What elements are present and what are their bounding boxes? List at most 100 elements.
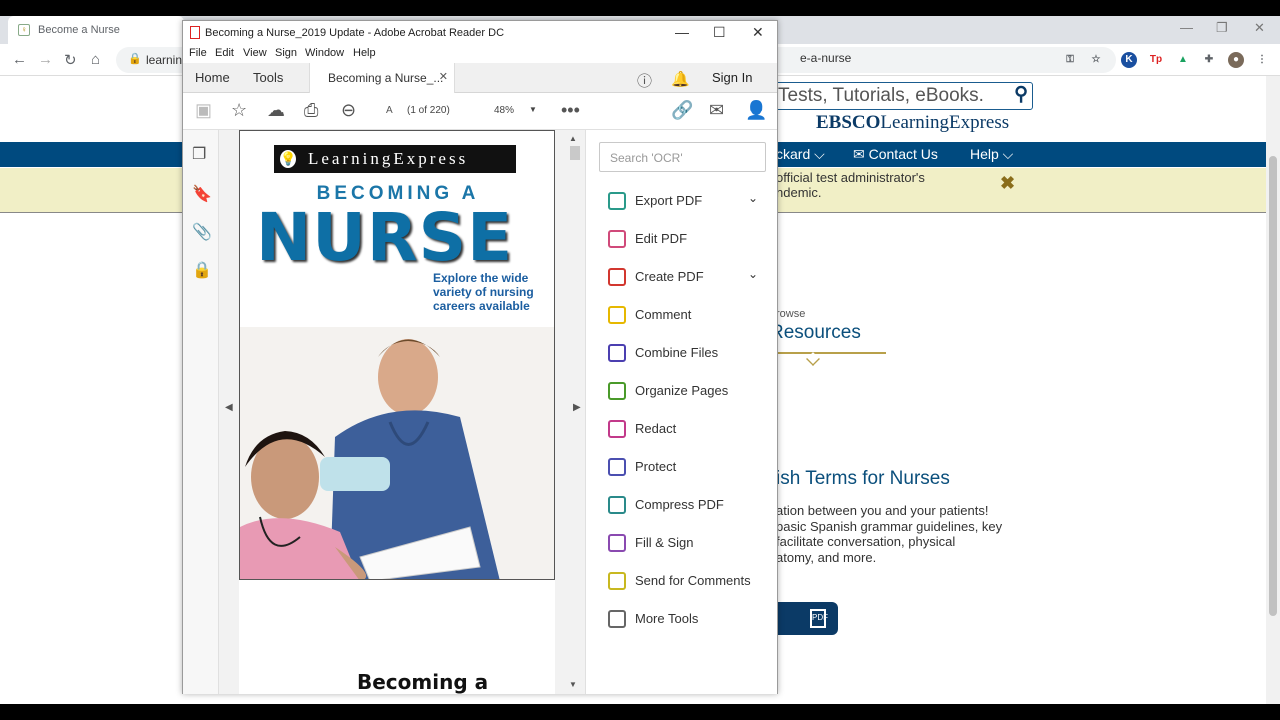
forward-icon[interactable]: → [38, 51, 53, 68]
menu-window[interactable]: Window [305, 47, 344, 59]
back-icon[interactable]: ← [12, 51, 27, 68]
send-for-comments-icon [608, 572, 626, 590]
comment-icon [608, 306, 626, 324]
zoom-dropdown-icon[interactable]: ▼ [529, 105, 537, 114]
page-scrollbar[interactable] [1266, 76, 1280, 704]
nav-item-flashcard[interactable]: ckard ⌵ [776, 146, 825, 163]
combine-files-icon [608, 344, 626, 362]
learningexpress-logo: 💡 LearningExpress [274, 145, 516, 173]
tool-label: Create PDF [635, 269, 704, 284]
expand-chevron-icon[interactable]: ⌄ [748, 267, 758, 281]
tools-search-input[interactable]: Search 'OCR' [599, 142, 766, 172]
upload-cloud-icon[interactable]: ☁ [267, 100, 285, 121]
tool-more-tools[interactable]: More Tools [586, 604, 778, 634]
print-icon[interactable]: ⎙ [304, 100, 318, 121]
close-alert-icon[interactable]: ✖ [1000, 173, 1015, 194]
security-lock-icon[interactable]: 🔒 [192, 260, 212, 280]
maximize-icon[interactable]: ☐ [713, 24, 726, 41]
page-number-field[interactable]: A [386, 105, 393, 116]
page-scrollbar-thumb[interactable] [1269, 156, 1277, 616]
menu-help[interactable]: Help [353, 47, 376, 59]
favicon-icon: ♀ [18, 24, 30, 36]
tool-redact[interactable]: Redact [586, 414, 778, 444]
minimize-icon[interactable]: — [675, 24, 689, 40]
protect-icon [608, 458, 626, 476]
tool-export-pdf[interactable]: Export PDF ⌄ [586, 186, 778, 216]
tool-send-for-comments[interactable]: Send for Comments [586, 566, 778, 596]
puzzle-icon[interactable]: ✚ [1201, 52, 1217, 68]
close-icon[interactable]: ✕ [752, 24, 764, 41]
extension-tp-icon[interactable]: Tp [1148, 52, 1164, 68]
browser-tab[interactable]: ♀ Become a Nurse [8, 16, 184, 44]
save-icon[interactable]: ▣ [195, 100, 212, 121]
key-icon[interactable]: ⚿ [1062, 52, 1078, 68]
menu-edit[interactable]: Edit [215, 47, 234, 59]
create-pdf-icon [608, 268, 626, 286]
tab-document[interactable]: Becoming a Nurse_... ✕ [309, 63, 455, 93]
pdf-icon: PDF [810, 609, 828, 628]
close-icon[interactable]: ✕ [1254, 20, 1265, 36]
help-icon[interactable]: ⓘ [637, 70, 652, 91]
redact-icon [608, 420, 626, 438]
tool-protect[interactable]: Protect [586, 452, 778, 482]
close-tab-icon[interactable]: ✕ [439, 70, 448, 83]
email-icon[interactable]: ✉ [709, 100, 724, 121]
document-view[interactable]: ◀ ▶ ▲ ▼ 💡 LearningExpress BECOMING A NUR… [219, 130, 585, 694]
menu-file[interactable]: File [189, 47, 207, 59]
tool-label: Comment [635, 307, 692, 322]
bell-icon[interactable]: 🔔 [671, 70, 690, 88]
sign-in-button[interactable]: Sign In [712, 70, 752, 85]
document-scrollbar-thumb[interactable] [570, 146, 580, 160]
attachments-icon[interactable]: 📎 [192, 222, 212, 242]
menu-sign[interactable]: Sign [275, 47, 297, 59]
tab-home[interactable]: Home [195, 70, 230, 85]
add-user-icon[interactable]: 👤 [745, 100, 767, 121]
extension-k-icon[interactable]: K [1121, 52, 1137, 68]
menu-icon[interactable]: ⋮ [1254, 52, 1270, 68]
tool-label: Fill & Sign [635, 535, 694, 550]
zoom-level[interactable]: 48% [494, 105, 514, 116]
acrobat-menu-bar: File Edit View Sign Window Help [183, 45, 777, 63]
tab-tools[interactable]: Tools [253, 70, 283, 85]
more-options-icon[interactable]: ••• [561, 100, 580, 121]
previous-page-icon[interactable]: ◀ [225, 402, 233, 413]
tool-edit-pdf[interactable]: Edit PDF [586, 224, 778, 254]
acrobat-app-icon [190, 26, 200, 39]
maximize-icon[interactable]: ❐ [1216, 20, 1228, 36]
next-page-icon[interactable]: ▶ [573, 402, 581, 413]
tools-pane: Search 'OCR' Export PDF ⌄ Edit PDF Create P… [585, 130, 777, 694]
tool-label: Compress PDF [635, 497, 724, 512]
tool-fill-sign[interactable]: Fill & Sign [586, 528, 778, 558]
home-icon[interactable]: ⌂ [91, 51, 100, 68]
tool-create-pdf[interactable]: Create PDF ⌄ [586, 262, 778, 292]
bookmark-star-icon[interactable]: ☆ [231, 100, 247, 121]
tool-label: Combine Files [635, 345, 719, 360]
resource-title[interactable]: ish Terms for Nurses [776, 468, 950, 490]
page-2-title: Becoming a [357, 670, 489, 694]
zoom-out-icon[interactable]: ⊖ [341, 100, 356, 121]
search-icon[interactable]: ⚲ [1014, 83, 1028, 106]
share-link-icon[interactable]: 🔗 [671, 100, 693, 121]
tool-compress-pdf[interactable]: Compress PDF [586, 490, 778, 520]
scroll-up-icon[interactable]: ▲ [569, 134, 577, 143]
scroll-down-icon[interactable]: ▼ [569, 680, 577, 689]
minimize-icon[interactable]: — [1180, 20, 1193, 35]
drive-icon[interactable]: ▲ [1175, 52, 1191, 68]
reload-icon[interactable]: ↻ [64, 51, 77, 69]
star-icon[interactable]: ☆ [1088, 52, 1104, 68]
cover-title: NURSE [256, 199, 514, 276]
page-thumbnails-icon[interactable]: ❐ [192, 144, 206, 164]
tool-combine-files[interactable]: Combine Files [586, 338, 778, 368]
bookmarks-icon[interactable]: 🔖 [192, 184, 212, 204]
compress-pdf-icon [608, 496, 626, 514]
tool-organize-pages[interactable]: Organize Pages [586, 376, 778, 406]
download-pdf-button[interactable]: PDF [776, 602, 838, 635]
nav-item-contact[interactable]: ✉ Contact Us [853, 146, 938, 163]
resource-desc-line: basic Spanish grammar guidelines, key [776, 519, 1003, 534]
avatar[interactable]: ● [1228, 52, 1244, 68]
tool-label: Protect [635, 459, 677, 474]
expand-chevron-icon[interactable]: ⌄ [748, 191, 758, 205]
tool-comment[interactable]: Comment [586, 300, 778, 330]
menu-view[interactable]: View [243, 47, 267, 59]
nav-item-help[interactable]: Help ⌵ [970, 146, 1013, 163]
